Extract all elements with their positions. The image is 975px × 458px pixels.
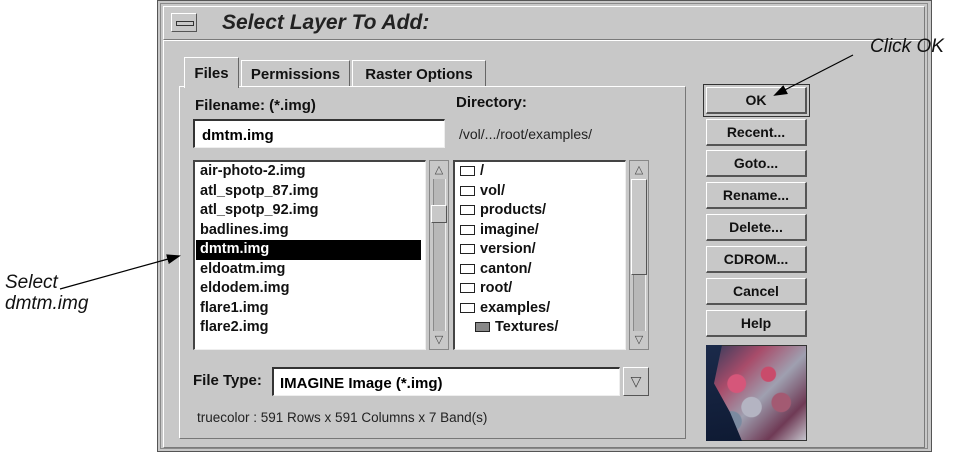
directory-list[interactable]: / vol/ products/ imagine/ version/ canto… [453,160,626,350]
window-menu-icon [176,21,194,26]
directory-label: Directory: [456,94,527,111]
scroll-trough[interactable] [433,179,446,331]
directory-name: vol/ [480,182,505,199]
scroll-up-icon[interactable]: △ [631,163,647,177]
rename-button[interactable]: Rename... [706,182,807,209]
open-folder-icon [460,166,475,176]
list-item[interactable]: atl_spotp_87.img [195,182,425,202]
file-list[interactable]: air-photo-2.img atl_spotp_87.img atl_spo… [193,160,426,350]
delete-button[interactable]: Delete... [706,214,807,241]
ok-button[interactable]: OK [706,87,807,114]
tab-raster-options[interactable]: Raster Options [352,60,486,86]
list-item[interactable]: products/ [455,201,625,221]
directory-name: Textures/ [495,319,559,335]
annotation-click-ok: Click OK [870,36,944,57]
list-item[interactable]: badlines.img [195,221,425,241]
list-item[interactable]: flare2.img [195,318,425,338]
closed-folder-icon [475,322,490,332]
list-item[interactable]: Textures/ [455,318,625,338]
list-item-selected[interactable]: dmtm.img [196,240,421,260]
annotation-select: Select [5,272,58,293]
list-item[interactable]: eldoatm.img [195,260,425,280]
list-item[interactable]: imagine/ [455,221,625,241]
list-item[interactable]: atl_spotp_92.img [195,201,425,221]
scroll-down-icon[interactable]: ▽ [431,333,447,347]
scroll-thumb[interactable] [431,205,447,223]
list-item[interactable]: vol/ [455,182,625,202]
goto-button[interactable]: Goto... [706,150,807,177]
directory-name: canton/ [480,260,532,277]
tab-files[interactable]: Files [184,57,239,88]
directory-name: products/ [480,202,547,218]
list-item[interactable]: version/ [455,240,625,260]
scroll-thumb[interactable] [631,179,647,275]
filename-input[interactable]: dmtm.img [193,119,445,148]
directory-list-scrollbar[interactable]: △ ▽ [629,160,649,350]
open-folder-icon [460,205,475,215]
dialog-title: Select Layer To Add: [222,11,430,34]
image-info-status: truecolor : 591 Rows x 591 Columns x 7 B… [197,410,488,425]
file-type-select[interactable]: IMAGINE Image (*.img) [272,367,620,396]
open-folder-icon [460,302,475,313]
window-menu-button[interactable] [171,13,197,32]
open-folder-icon [460,185,475,196]
directory-name: examples/ [480,299,551,316]
directory-name: root/ [480,280,513,296]
recent-button[interactable]: Recent... [706,119,807,146]
cdrom-button[interactable]: CDROM... [706,246,807,273]
list-item[interactable]: air-photo-2.img [195,162,425,182]
list-item[interactable]: / [455,162,625,182]
open-folder-icon [460,263,475,274]
open-folder-icon [460,224,475,235]
open-folder-icon [460,244,475,254]
cancel-button[interactable]: Cancel [706,278,807,305]
file-type-label: File Type: [193,372,262,389]
open-folder-icon [460,283,475,293]
directory-name: imagine/ [480,221,539,238]
directory-name: / [480,163,485,179]
help-button[interactable]: Help [706,310,807,337]
scroll-down-icon[interactable]: ▽ [631,333,647,347]
list-item[interactable]: root/ [455,279,625,299]
list-item[interactable]: canton/ [455,260,625,280]
annotation-select-file: dmtm.img [5,293,89,314]
list-item[interactable]: flare1.img [195,299,425,319]
directory-name: version/ [480,241,536,257]
filename-label: Filename: (*.img) [195,97,316,114]
list-item[interactable]: eldodem.img [195,279,425,299]
list-item[interactable]: examples/ [455,299,625,319]
tab-permissions[interactable]: Permissions [241,60,350,86]
chevron-down-icon[interactable]: ▽ [623,367,649,396]
directory-path: /vol/.../root/examples/ [459,126,593,142]
scroll-up-icon[interactable]: △ [431,163,447,177]
file-list-scrollbar[interactable]: △ ▽ [429,160,449,350]
